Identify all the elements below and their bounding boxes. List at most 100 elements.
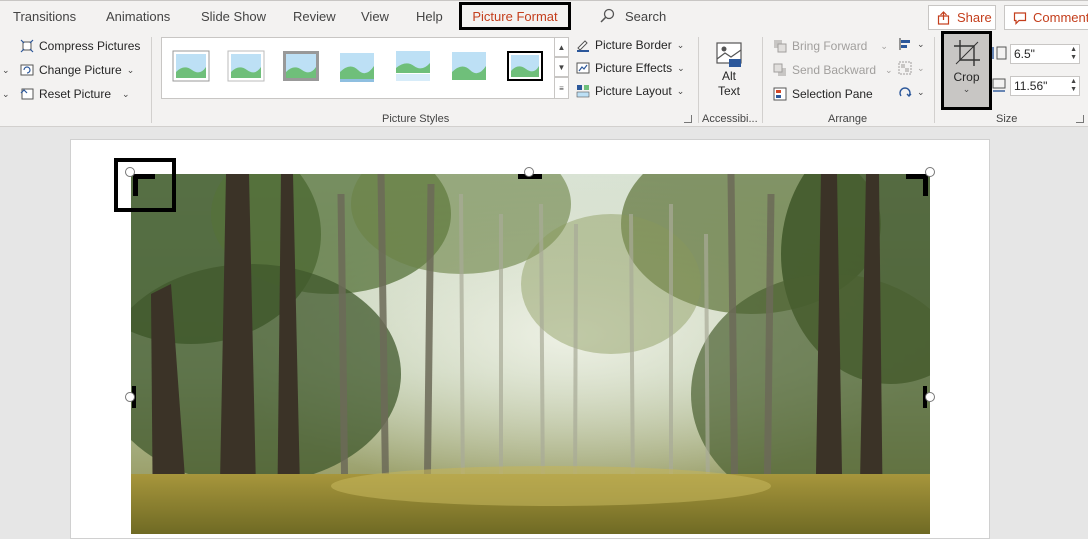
style-thumbnail[interactable] (338, 50, 376, 82)
resize-handle-left[interactable] (125, 392, 135, 402)
change-picture-button[interactable]: Change Picture ⌄ (20, 63, 134, 77)
picture-layout-label: Picture Layout (595, 84, 672, 98)
change-picture-label: Change Picture (39, 63, 122, 77)
group-objects-caret-icon: ⌄ (917, 62, 925, 73)
style-thumbnail-selected[interactable] (506, 50, 544, 82)
gallery-more-button[interactable]: ≡ (554, 77, 569, 99)
tab-slide-show[interactable]: Slide Show (201, 9, 266, 24)
send-backward-label: Send Backward (792, 63, 877, 77)
comments-label: Comments (1033, 10, 1088, 25)
change-picture-caret-icon: ⌄ (126, 64, 135, 75)
gallery-scroll-down-button[interactable]: ▼ (554, 57, 569, 77)
group-separator (762, 37, 763, 123)
resize-handle-top-right[interactable] (925, 167, 935, 177)
picture-effects-button[interactable]: Picture Effects ⌄ (576, 61, 685, 75)
size-dialog-launcher-icon[interactable] (1076, 115, 1084, 123)
shape-width-value: 11.56" (1014, 79, 1048, 93)
group-separator (698, 37, 699, 123)
reset-picture-label: Reset Picture (39, 87, 112, 101)
alt-text-icon (716, 42, 742, 67)
picture-border-icon (577, 40, 589, 52)
selection-pane-label: Selection Pane (792, 87, 873, 101)
share-button[interactable]: Share (928, 5, 996, 30)
style-thumbnail[interactable] (227, 50, 265, 82)
crop-handle-highlight-box (114, 158, 176, 212)
picture-border-label: Picture Border (595, 38, 672, 52)
share-icon (937, 10, 950, 25)
reset-picture-caret-icon: ⌄ (122, 88, 130, 99)
style-thumbnail[interactable] (282, 50, 320, 82)
more-icon: ≡ (559, 83, 564, 93)
style-thumbnail[interactable] (450, 50, 488, 82)
resize-handle-right[interactable] (925, 392, 935, 402)
picture-styles-group-label: Picture Styles (382, 113, 450, 125)
send-backward-caret-icon: ⌄ (885, 64, 893, 75)
tab-help[interactable]: Help (416, 9, 443, 24)
group-objects-button[interactable]: ⌄ (898, 61, 925, 75)
ribbon: ⌄ ⌄ Compress Pictures Change Picture ⌄ R… (0, 31, 1088, 127)
accessibility-group-label: Accessibi... (702, 113, 758, 125)
chevron-up-icon: ▲ (557, 42, 566, 52)
picture-styles-dialog-launcher-icon[interactable] (684, 115, 692, 123)
share-label: Share (957, 10, 992, 25)
tab-review[interactable]: Review (293, 9, 336, 24)
selection-pane-button[interactable]: Selection Pane (773, 87, 873, 101)
crop-label: Crop (953, 70, 980, 84)
picture-layout-icon (576, 85, 590, 98)
rotate-button[interactable]: ⌄ (898, 85, 925, 99)
adjust-left-caret2-icon[interactable]: ⌄ (2, 89, 10, 100)
shape-height-value: 6.5" (1014, 47, 1035, 61)
style-thumbnail[interactable] (394, 50, 432, 82)
reset-picture-icon (20, 88, 34, 100)
picture-layout-caret-icon: ⌄ (676, 85, 685, 96)
rotate-caret-icon: ⌄ (917, 86, 925, 97)
alt-text-label-line2: Text (717, 84, 740, 98)
picture-layout-button[interactable]: Picture Layout ⌄ (576, 84, 684, 98)
forest-picture[interactable] (131, 174, 930, 534)
bring-forward-label: Bring Forward (792, 39, 868, 53)
search-label: Search (625, 8, 667, 24)
compress-pictures-icon (20, 39, 34, 53)
picture-effects-icon (576, 62, 590, 74)
tab-transitions[interactable]: Transitions (13, 9, 76, 24)
crop-icon (953, 40, 980, 66)
tab-picture-format[interactable]: Picture Format (459, 2, 571, 30)
resize-handle-top[interactable] (524, 167, 534, 177)
adjust-left-caret-icon[interactable]: ⌄ (2, 65, 10, 76)
align-caret-icon: ⌄ (917, 38, 925, 49)
align-button[interactable]: ⌄ (898, 37, 925, 51)
picture-border-caret-icon: ⌄ (676, 39, 685, 50)
tab-animations[interactable]: Animations (106, 9, 170, 24)
rotate-icon (899, 87, 912, 97)
comments-button[interactable]: Comments (1004, 5, 1088, 30)
shape-width-icon (992, 78, 1006, 92)
width-spinner-icon[interactable]: ▲ ▼ (1070, 78, 1077, 94)
crop-button[interactable]: Crop ⌄ (941, 31, 992, 110)
shape-width-field[interactable]: 11.56" ▲ ▼ (1010, 76, 1080, 96)
picture-border-button[interactable]: Picture Border ⌄ (576, 38, 684, 52)
chevron-down-icon: ▼ (557, 62, 566, 72)
style-thumbnail[interactable] (172, 50, 210, 82)
size-group-label: Size (996, 113, 1018, 125)
bring-forward-button[interactable]: Bring Forward ⌄ (773, 39, 888, 53)
alt-text-label-line1: Alt (721, 69, 736, 83)
search-icon (600, 8, 615, 23)
tab-picture-format-label: Picture Format (472, 8, 558, 24)
picture-effects-caret-icon: ⌄ (677, 62, 685, 73)
height-spinner-icon[interactable]: ▲ ▼ (1070, 46, 1077, 62)
compress-pictures-button[interactable]: Compress Pictures (20, 39, 140, 53)
selection-pane-icon (773, 87, 787, 101)
align-icon (899, 38, 910, 50)
crop-handle-top-right[interactable] (923, 174, 928, 196)
search-box[interactable]: Search (599, 8, 666, 24)
shape-height-icon (992, 46, 1007, 60)
reset-picture-button[interactable]: Reset Picture ⌄ (20, 87, 130, 101)
send-backward-button[interactable]: Send Backward ⌄ (773, 63, 893, 77)
comment-icon (1013, 11, 1027, 25)
alt-text-button[interactable]: Alt Text (706, 39, 752, 105)
shape-height-field[interactable]: 6.5" ▲ ▼ (1010, 44, 1080, 64)
gallery-scroll-up-button[interactable]: ▲ (554, 37, 569, 57)
send-backward-icon (773, 63, 786, 76)
tab-view[interactable]: View (361, 9, 389, 24)
picture-effects-label: Picture Effects (595, 61, 673, 75)
